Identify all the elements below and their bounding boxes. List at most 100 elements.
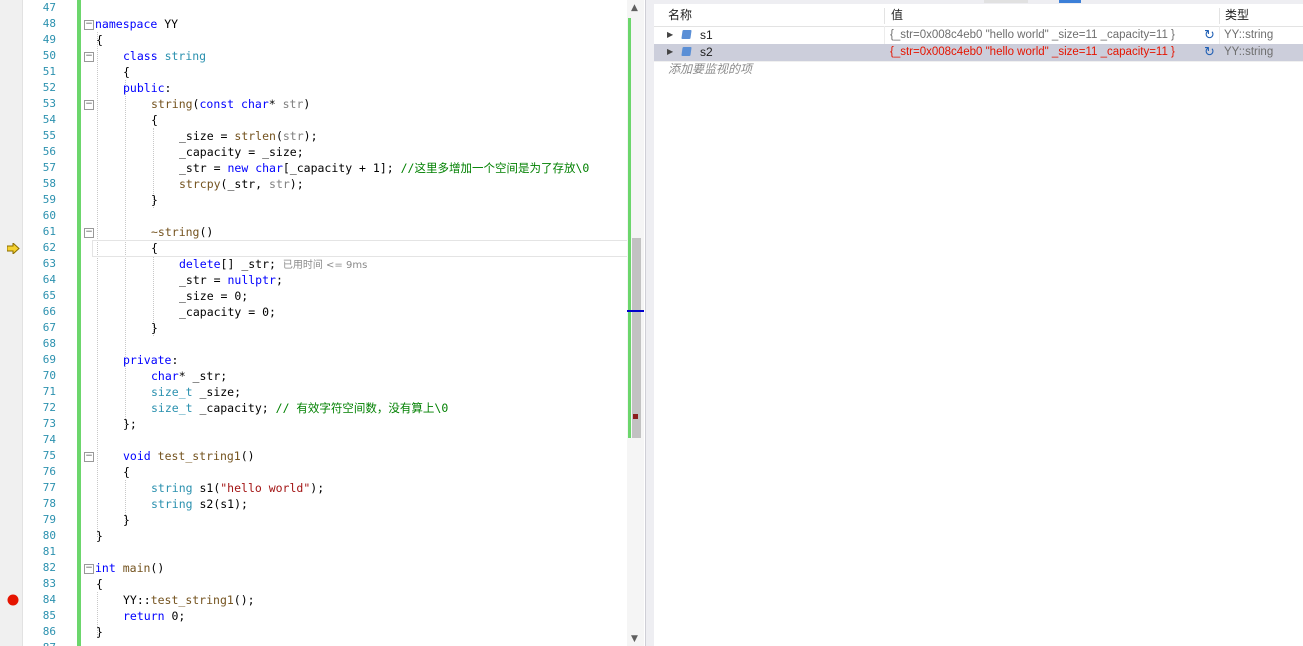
line-number: 63 xyxy=(42,257,56,270)
line-number: 78 xyxy=(42,497,56,510)
code-line: _str = new char[_capacity + 1]; //这里多增加一… xyxy=(179,161,590,175)
code-line: string s1("hello world"); xyxy=(151,481,325,495)
code-line: return 0; xyxy=(123,609,186,623)
line-number: 83 xyxy=(42,577,56,590)
scroll-change-marks xyxy=(628,18,631,438)
code-line: _size = 0; xyxy=(179,289,249,303)
perf-tip[interactable]: 已用时间 <= 9ms xyxy=(283,260,367,271)
code-line: class string xyxy=(123,49,207,63)
refresh-icon[interactable]: ↻ xyxy=(1204,45,1215,60)
add-watch-input[interactable]: 添加要监视的项 xyxy=(668,61,752,78)
line-number: 55 xyxy=(42,129,56,142)
code-line: ~string() xyxy=(151,225,214,239)
line-number: 57 xyxy=(42,161,56,174)
code-line: char* _str; xyxy=(151,369,228,383)
scroll-thumb[interactable] xyxy=(632,238,641,438)
refresh-icon[interactable]: ↻ xyxy=(1204,28,1215,43)
column-header-name[interactable]: 名称 xyxy=(654,4,884,26)
line-numbers: 47 48 49 50 51 52 53 54 55 56 57 58 59 60 61 62 63 64 65 66… xyxy=(22,0,62,646)
line-number: 62 xyxy=(42,241,56,254)
watch-window: 名称 值 类型 ▶ s1 {_str=0x008c4eb0 "hello wor… xyxy=(654,0,1303,646)
code-line: _capacity = _size; xyxy=(179,145,304,159)
code-editor[interactable]: 47 48 49 50 51 52 53 54 55 56 57 58 59 60 61 62 63 64 65 66… xyxy=(0,0,645,646)
line-number: 51 xyxy=(42,65,56,78)
code-line: } xyxy=(151,193,158,207)
watch-name[interactable]: s1 xyxy=(700,27,713,44)
watch-type: YY::string xyxy=(1224,29,1274,41)
expand-arrow-icon[interactable]: ▶ xyxy=(667,30,673,39)
line-number: 67 xyxy=(42,321,56,334)
line-number: 79 xyxy=(42,513,56,526)
pane-splitter[interactable] xyxy=(645,0,654,646)
breakpoint-scroll-mark xyxy=(633,414,638,419)
watch-row-selected[interactable]: ▶ s2 {_str=0x008c4eb0 "hello world" _siz… xyxy=(654,44,1303,61)
code-line: strcpy(_str, str); xyxy=(179,177,304,191)
line-number: 60 xyxy=(42,209,56,222)
code-line: }; xyxy=(123,417,137,431)
code-line: private: xyxy=(123,353,179,367)
line-number: 54 xyxy=(42,113,56,126)
code-line: _str = nullptr; xyxy=(179,273,283,287)
code-line: { xyxy=(123,465,130,479)
line-number: 81 xyxy=(42,545,56,558)
line-number: 75 xyxy=(42,449,56,462)
column-header-value[interactable]: 值 xyxy=(885,4,1219,26)
line-number: 70 xyxy=(42,369,56,382)
code-line: string(const char* str) xyxy=(151,97,311,111)
watch-value[interactable]: {_str=0x008c4eb0 "hello world" _size=11 … xyxy=(890,27,1175,44)
line-number: 49 xyxy=(42,33,56,46)
code-line: namespace YY xyxy=(95,17,179,31)
code-area[interactable]: namespace YY { class string { public: st… xyxy=(85,0,630,646)
line-number: 58 xyxy=(42,177,56,190)
code-line: string s2(s1); xyxy=(151,497,248,511)
watch-type: YY::string xyxy=(1224,46,1274,58)
line-number: 61 xyxy=(42,225,56,238)
line-number: 52 xyxy=(42,81,56,94)
watch-value-changed[interactable]: {_str=0x008c4eb0 "hello world" _size=11 … xyxy=(890,44,1175,61)
expand-arrow-icon[interactable]: ▶ xyxy=(667,47,673,56)
watch-row[interactable]: ▶ s1 {_str=0x008c4eb0 "hello world" _siz… xyxy=(654,27,1303,44)
change-tracking-bar xyxy=(77,0,81,646)
line-number: 53 xyxy=(42,97,56,110)
code-line: size_t _capacity; // 有效字符空间数，没有算上\0 xyxy=(151,401,449,415)
line-number: 48 xyxy=(42,17,56,30)
line-number: 69 xyxy=(42,353,56,366)
line-number: 86 xyxy=(42,625,56,638)
code-line: public: xyxy=(123,81,172,95)
code-line: { xyxy=(96,33,103,47)
code-line: _size = strlen(str); xyxy=(179,129,318,143)
code-line: size_t _size; xyxy=(151,385,242,399)
column-header-type[interactable]: 类型 xyxy=(1220,4,1303,26)
code-line: int main() xyxy=(95,561,165,575)
line-number: 47 xyxy=(42,1,56,14)
scroll-up-icon[interactable]: ▲ xyxy=(631,3,638,13)
code-line: _capacity = 0; xyxy=(179,305,276,319)
watch-header: 名称 值 类型 xyxy=(654,4,1303,27)
line-number: 82 xyxy=(42,561,56,574)
line-number: 71 xyxy=(42,385,56,398)
line-number: 87 xyxy=(16,640,56,646)
line-number: 77 xyxy=(42,481,56,494)
code-line: { xyxy=(96,577,103,591)
line-number: 56 xyxy=(42,145,56,158)
variable-cube-icon xyxy=(681,47,692,56)
editor-vertical-scrollbar[interactable]: ▲ ▼ xyxy=(627,0,644,646)
code-line: } xyxy=(151,321,158,335)
code-line: void test_string1() xyxy=(123,449,255,463)
code-line: { xyxy=(123,65,130,79)
line-number: 73 xyxy=(42,417,56,430)
variable-cube-icon xyxy=(681,30,692,39)
scroll-down-icon[interactable]: ▼ xyxy=(631,634,638,644)
line-number: 76 xyxy=(42,465,56,478)
watch-name[interactable]: s2 xyxy=(700,44,713,61)
line-number: 65 xyxy=(42,289,56,302)
line-number: 68 xyxy=(42,337,56,350)
line-number: 66 xyxy=(42,305,56,318)
line-number: 59 xyxy=(42,193,56,206)
code-line: { xyxy=(151,241,158,255)
line-number: 72 xyxy=(42,401,56,414)
line-number: 84 xyxy=(42,593,56,606)
line-number: 64 xyxy=(42,273,56,286)
line-number: 85 xyxy=(42,609,56,622)
code-line: } xyxy=(123,513,130,527)
